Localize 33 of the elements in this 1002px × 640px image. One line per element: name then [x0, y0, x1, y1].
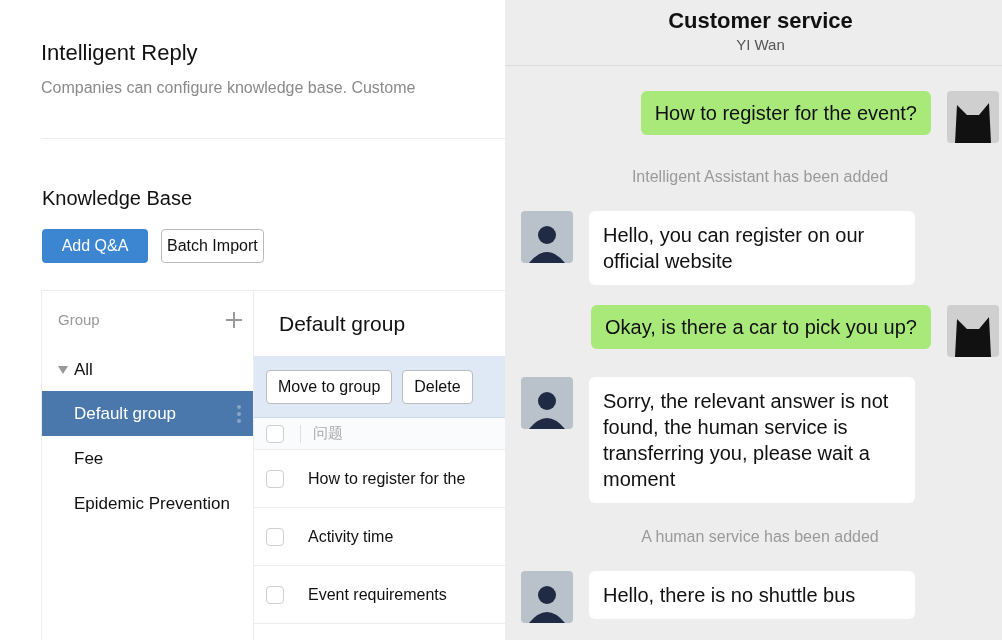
chat-subtitle: YI Wan: [736, 35, 785, 56]
section-title: Knowledge Base: [42, 186, 194, 211]
caret-icon: [58, 365, 68, 375]
chat-title: Customer service: [668, 8, 853, 35]
tree-item[interactable]: Default group: [42, 391, 253, 436]
tree-item[interactable]: Fee: [42, 436, 253, 481]
received-message-bubble: Sorry, the relevant answer is not found, the human service is transferring you, please wait a moment: [589, 377, 915, 503]
add-button[interactable]: Add Q&A: [42, 229, 148, 263]
delete-button[interactable]: Delete: [402, 369, 473, 404]
system-notice: Intelligent Assistant has been added: [630, 167, 890, 187]
add-icon[interactable]: [225, 311, 243, 329]
question-cell-text: Activity time: [308, 526, 394, 547]
list-title: Default group: [278, 310, 407, 337]
received-message-bubble: Hello, you can register on our official website: [589, 211, 915, 285]
system-notice: A human service has been added: [640, 527, 880, 547]
question-cell-text: How to register for the: [308, 468, 466, 489]
question-cell-text: Event requirements: [308, 584, 447, 605]
sent-message-bubble: How to register for the event?: [640, 91, 931, 135]
tree-item[interactable]: All: [42, 349, 253, 391]
import-button[interactable]: Batch Import: [161, 229, 264, 263]
column-header: 问题: [313, 423, 343, 444]
tree-item[interactable]: Epidemic Prevention: [42, 481, 253, 526]
group-label: Group: [58, 309, 100, 330]
page-title: Intelligent Reply: [41, 39, 199, 67]
page-description: Companies can configure knowledge base. Custome: [41, 78, 417, 98]
move-button[interactable]: Move to group: [266, 369, 393, 404]
checkbox[interactable]: [266, 424, 284, 443]
sent-message-bubble: Okay, is there a car to pick you up?: [591, 305, 931, 349]
more-icon[interactable]: [237, 404, 241, 423]
checkbox[interactable]: [266, 585, 284, 604]
received-message-bubble: Hello, there is no shuttle bus: [589, 571, 915, 619]
checkbox[interactable]: [266, 469, 284, 488]
checkbox[interactable]: [266, 527, 284, 546]
